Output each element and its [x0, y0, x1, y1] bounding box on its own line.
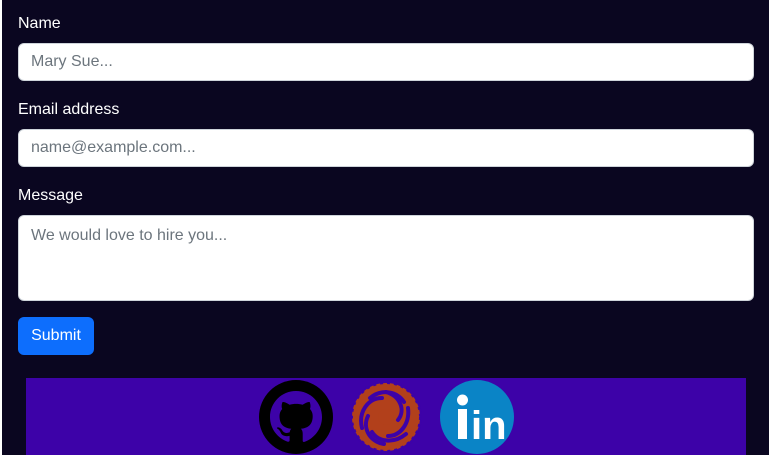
portfolio-link[interactable]	[348, 380, 424, 456]
name-input[interactable]	[18, 43, 754, 81]
message-textarea[interactable]	[18, 215, 754, 301]
page-edge	[0, 0, 2, 455]
email-label: Email address	[18, 101, 120, 118]
linkedin-link[interactable]: in	[439, 379, 515, 455]
github-link[interactable]	[258, 379, 334, 455]
email-input[interactable]	[18, 129, 754, 167]
elixir-ring-icon	[350, 381, 422, 453]
linkedin-icon-text: in	[471, 404, 507, 448]
linkedin-icon: in	[440, 380, 514, 454]
social-links-bar: in	[26, 378, 746, 455]
contact-page: Name Email address Message Submit	[0, 0, 769, 455]
name-label: Name	[18, 15, 61, 32]
submit-button[interactable]: Submit	[18, 317, 94, 355]
message-label: Message	[18, 187, 83, 204]
github-icon	[259, 380, 333, 454]
